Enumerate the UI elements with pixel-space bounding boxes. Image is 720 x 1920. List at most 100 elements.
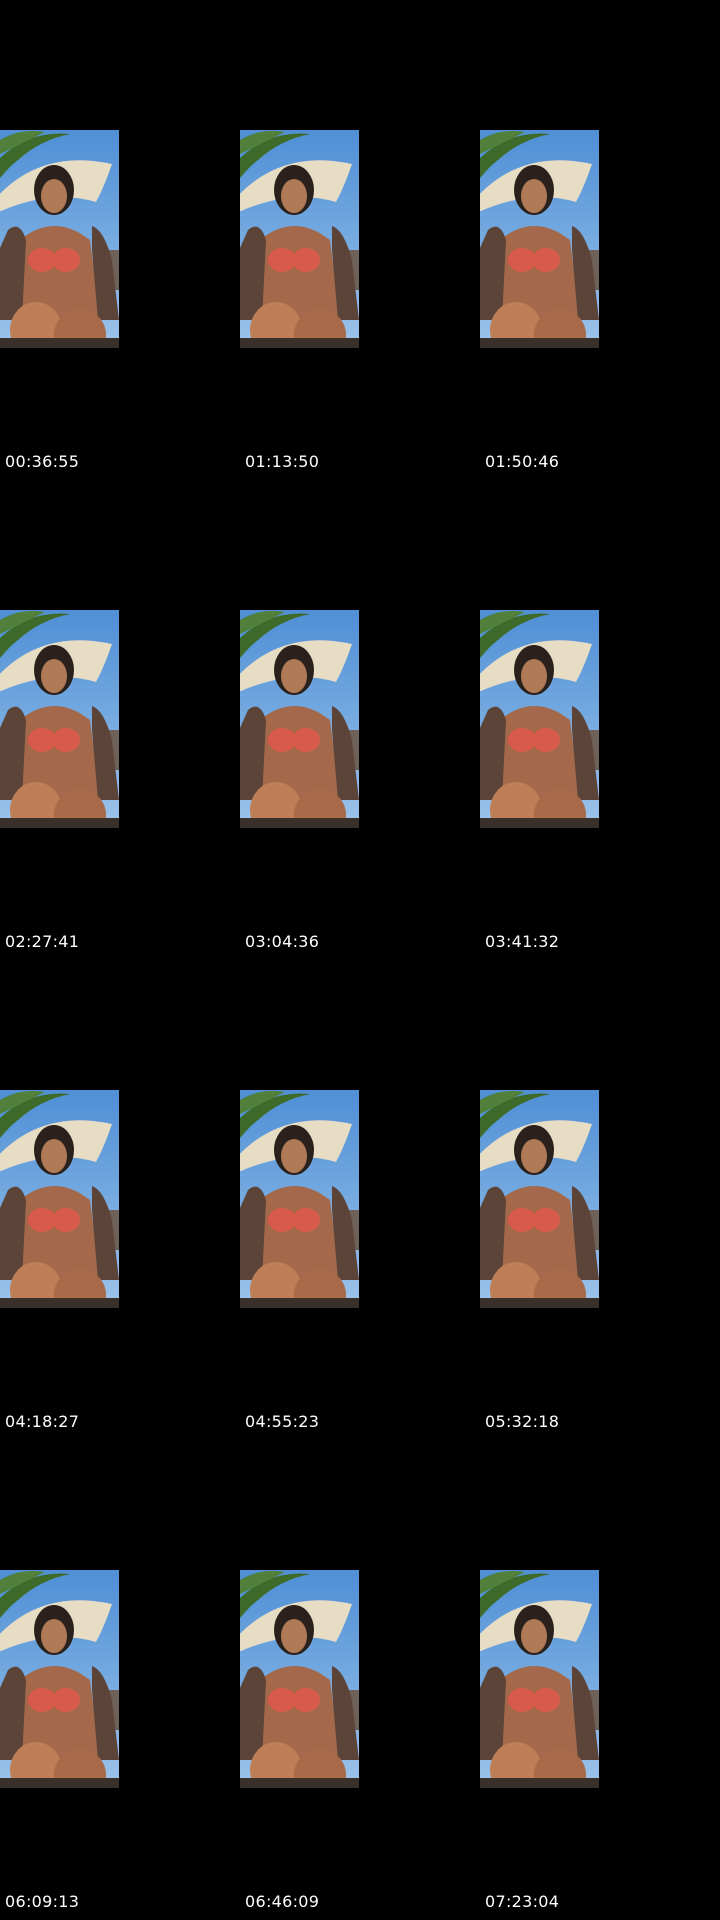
face-shape [281,1139,307,1173]
face-shape [41,659,67,693]
arm-shape [480,1666,506,1760]
chair-shape [480,1298,599,1308]
video-frame-thumbnail[interactable] [0,130,119,348]
chair-shape [240,1298,359,1308]
swimwear-shape [508,1208,536,1232]
frame-image [240,1570,359,1788]
frame-cell: 00:36:55 [0,0,240,480]
contact-sheet: 00:36:55 01:13:50 01:50:46 02:27:41 03:0… [0,0,720,1920]
frame-image [240,610,359,828]
chair-shape [0,1778,119,1788]
swimwear-shape [508,1688,536,1712]
swimwear-shape [532,728,560,752]
chair-shape [480,338,599,348]
frame-image [480,1090,599,1308]
face-shape [281,659,307,693]
frame-cell: 03:04:36 [240,480,480,960]
face-shape [41,1139,67,1173]
video-frame-thumbnail[interactable] [240,610,359,828]
swimwear-shape [268,248,296,272]
swimwear-shape [28,1208,56,1232]
arm-shape [0,1186,26,1280]
video-frame-thumbnail[interactable] [240,130,359,348]
face-shape [281,1619,307,1653]
arm-shape [0,706,26,800]
face-shape [281,179,307,213]
frame-cell: 01:50:46 [480,0,720,480]
swimwear-shape [532,1208,560,1232]
video-frame-thumbnail[interactable] [480,130,599,348]
arm-shape [240,1186,266,1280]
video-frame-thumbnail[interactable] [240,1090,359,1308]
frame-cell: 02:27:41 [0,480,240,960]
frame-image [480,610,599,828]
frame-cell: 06:09:13 [0,1440,240,1920]
chair-shape [0,818,119,828]
swimwear-shape [52,248,80,272]
chair-shape [240,818,359,828]
chair-shape [0,1298,119,1308]
frame-cell: 05:32:18 [480,960,720,1440]
frame-timestamp: 04:18:27 [5,1412,80,1431]
video-frame-thumbnail[interactable] [240,1570,359,1788]
chair-shape [240,1778,359,1788]
arm-shape [240,706,266,800]
frame-cell: 03:41:32 [480,480,720,960]
swimwear-shape [268,728,296,752]
swimwear-shape [52,1688,80,1712]
video-frame-thumbnail[interactable] [480,1570,599,1788]
video-frame-thumbnail[interactable] [480,610,599,828]
frame-cell: 07:23:04 [480,1440,720,1920]
video-frame-thumbnail[interactable] [0,610,119,828]
swimwear-shape [292,728,320,752]
frame-timestamp: 00:36:55 [5,452,80,471]
swimwear-shape [508,248,536,272]
frame-timestamp: 02:27:41 [5,932,80,951]
frame-image [0,130,119,348]
frame-image [0,1570,119,1788]
frame-timestamp: 03:04:36 [245,932,320,951]
frame-timestamp: 06:09:13 [5,1892,80,1911]
swimwear-shape [292,1688,320,1712]
frame-timestamp: 01:13:50 [245,452,320,471]
frame-cell: 06:46:09 [240,1440,480,1920]
arm-shape [480,1186,506,1280]
video-frame-thumbnail[interactable] [0,1090,119,1308]
chair-shape [480,1778,599,1788]
face-shape [521,179,547,213]
arm-shape [480,706,506,800]
swimwear-shape [52,728,80,752]
swimwear-shape [532,1688,560,1712]
frame-image [0,1090,119,1308]
frame-timestamp: 06:46:09 [245,1892,320,1911]
face-shape [41,1619,67,1653]
frame-timestamp: 04:55:23 [245,1412,320,1431]
swimwear-shape [28,248,56,272]
frame-timestamp: 01:50:46 [485,452,560,471]
swimwear-shape [292,248,320,272]
face-shape [41,179,67,213]
frame-image [240,130,359,348]
chair-shape [0,338,119,348]
face-shape [521,1139,547,1173]
swimwear-shape [532,248,560,272]
swimwear-shape [28,728,56,752]
video-frame-thumbnail[interactable] [480,1090,599,1308]
arm-shape [240,226,266,320]
swimwear-shape [292,1208,320,1232]
frame-image [0,610,119,828]
frame-timestamp: 03:41:32 [485,932,560,951]
arm-shape [240,1666,266,1760]
swimwear-shape [268,1688,296,1712]
swimwear-shape [268,1208,296,1232]
face-shape [521,659,547,693]
video-frame-thumbnail[interactable] [0,1570,119,1788]
frame-timestamp: 07:23:04 [485,1892,560,1911]
arm-shape [0,1666,26,1760]
arm-shape [0,226,26,320]
chair-shape [480,818,599,828]
face-shape [521,1619,547,1653]
frame-image [480,1570,599,1788]
frame-image [480,130,599,348]
swimwear-shape [508,728,536,752]
